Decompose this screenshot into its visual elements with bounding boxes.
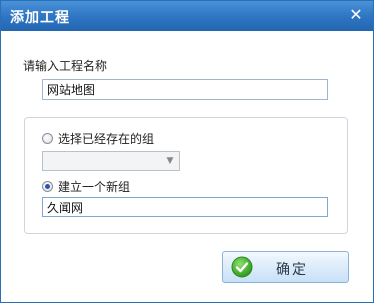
new-group-input[interactable]: [42, 197, 328, 217]
existing-group-option[interactable]: 选择已经存在的组: [42, 130, 154, 147]
project-name-input[interactable]: [42, 79, 328, 100]
add-project-dialog: 添加工程 ✕ 请输入工程名称 选择已经存在的组 ▼ 建立一个新组 确定: [0, 0, 374, 303]
existing-group-label: 选择已经存在的组: [58, 132, 155, 146]
confirm-button[interactable]: 确定: [222, 251, 349, 283]
dialog-title: 添加工程: [10, 10, 70, 26]
close-button[interactable]: ✕: [347, 6, 365, 24]
dialog-titlebar: 添加工程 ✕: [1, 1, 373, 31]
existing-group-radio[interactable]: [42, 133, 53, 144]
check-circle-icon: [231, 256, 253, 278]
new-group-option[interactable]: 建立一个新组: [42, 178, 130, 195]
new-group-label: 建立一个新组: [58, 180, 131, 194]
confirm-label: 确定: [276, 262, 308, 278]
chevron-down-icon: ▼: [166, 156, 174, 166]
existing-group-select[interactable]: ▼: [42, 151, 180, 171]
new-group-radio[interactable]: [42, 181, 53, 192]
project-name-label: 请输入工程名称: [23, 59, 108, 73]
